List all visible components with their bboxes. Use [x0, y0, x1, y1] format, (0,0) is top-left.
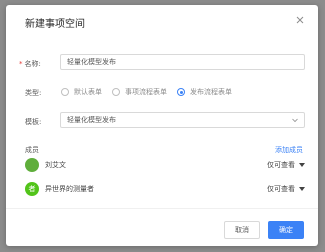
footer-divider [6, 208, 318, 209]
type-option-item-flow[interactable]: 事项流程表单 [112, 87, 167, 97]
member-name: 异世界的测量者 [45, 185, 94, 193]
caret-down-icon [299, 163, 305, 167]
close-icon[interactable] [295, 15, 305, 25]
avatar: 者 [25, 182, 39, 196]
member-row: 刘艾文 仅可查看 [25, 157, 305, 173]
template-value: 轻量化模型发布 [67, 116, 116, 124]
add-member-button[interactable]: 添加成员 [275, 145, 303, 155]
avatar [25, 158, 39, 172]
confirm-button[interactable]: 确定 [268, 221, 304, 239]
radio-circle [61, 88, 69, 96]
permission-select[interactable]: 仅可查看 [267, 184, 305, 194]
name-label: * 名称: [19, 60, 41, 68]
template-select[interactable]: 轻量化模型发布 [60, 112, 305, 128]
type-label: 类型: [25, 89, 42, 97]
type-option-publish-flow[interactable]: 发布流程表单 [177, 87, 232, 97]
radio-circle-checked [177, 88, 185, 96]
type-radio-group: 默认表单 事项流程表单 发布流程表单 [61, 87, 242, 97]
member-row: 者 异世界的测量者 仅可查看 [25, 181, 305, 197]
dialog-title: 新建事项空间 [25, 19, 85, 30]
template-label: 模板: [25, 118, 42, 126]
cancel-button[interactable]: 取消 [224, 221, 260, 239]
chevron-down-icon [292, 118, 298, 123]
members-label: 成员 [25, 146, 39, 154]
new-space-dialog: 新建事项空间 * 名称: 轻量化模型发布 类型: 默认表单 事项流程表单 发布流程… [6, 5, 318, 246]
member-name: 刘艾文 [45, 161, 66, 169]
required-mark: * [19, 60, 23, 68]
caret-down-icon [299, 187, 305, 191]
name-input[interactable]: 轻量化模型发布 [60, 54, 305, 70]
radio-circle [112, 88, 120, 96]
type-option-default[interactable]: 默认表单 [61, 87, 102, 97]
permission-select[interactable]: 仅可查看 [267, 160, 305, 170]
